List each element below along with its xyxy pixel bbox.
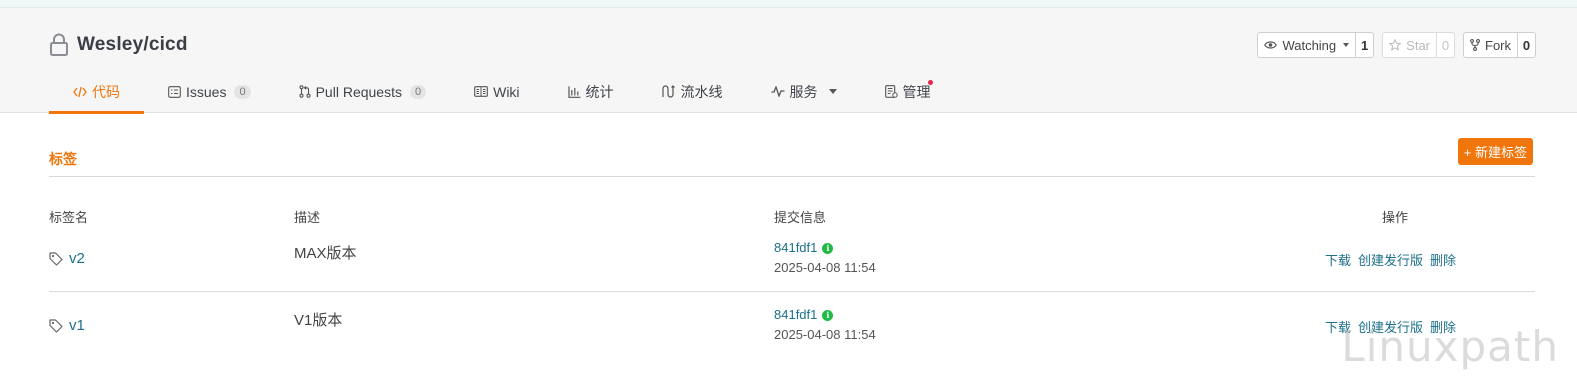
pull-requests-count-badge: 0 — [409, 84, 427, 99]
tab-wiki-label: Wiki — [493, 83, 520, 100]
tag-name[interactable]: v1 — [49, 317, 85, 334]
watch-label: Watching — [1282, 37, 1337, 53]
download-link[interactable]: 下载 — [1325, 250, 1351, 269]
tab-stats[interactable]: 统计 — [544, 70, 638, 113]
commit-date: 2025-04-08 11:54 — [774, 260, 876, 275]
row-operations: 下载 创建发行版 删除 — [1325, 250, 1456, 269]
watch-count[interactable]: 1 — [1356, 33, 1373, 57]
tag-name-link[interactable]: v2 — [69, 250, 85, 267]
tab-services[interactable]: 服务 — [747, 70, 861, 113]
commit-info: 841fdf1 i 2025-04-08 11:54 — [774, 305, 876, 345]
table-row: v1 V1版本 841fdf1 i 2025-04-08 11:54 下载 创建发… — [49, 291, 1535, 359]
fork-icon — [1470, 39, 1480, 51]
commit-sha-link[interactable]: 841fdf1 — [774, 305, 817, 325]
tag-name-link[interactable]: v1 — [69, 317, 85, 334]
tab-pull-requests[interactable]: Pull Requests 0 — [275, 70, 451, 113]
tab-code-label: 代码 — [92, 83, 120, 100]
section-title: 标签 — [49, 151, 77, 167]
tab-manage[interactable]: 管理 — [861, 70, 955, 113]
eye-icon — [1264, 41, 1278, 49]
tag-description: V1版本 — [294, 312, 343, 329]
repo-title: Wesley/cicd — [49, 32, 188, 58]
table-row: v2 MAX版本 841fdf1 i 2025-04-08 11:54 下载 创建… — [49, 224, 1535, 292]
tag-name[interactable]: v2 — [49, 250, 85, 267]
tab-stats-label: 统计 — [585, 83, 614, 100]
fork-count[interactable]: 0 — [1518, 33, 1535, 57]
star-button[interactable]: Star 0 — [1382, 32, 1455, 58]
fork-button[interactable]: Fork 0 — [1463, 32, 1536, 58]
watch-button[interactable]: Watching 1 — [1257, 32, 1375, 58]
tag-icon — [49, 251, 63, 266]
pipeline-icon — [661, 85, 675, 98]
notification-dot — [927, 80, 933, 85]
delete-link[interactable]: 删除 — [1430, 250, 1456, 269]
bar-chart-icon — [567, 86, 581, 98]
repo-header: Wesley/cicd Watching 1 Star 0 Fork 0 代码 … — [0, 8, 1577, 114]
create-release-link[interactable]: 创建发行版 — [1358, 250, 1423, 269]
tags-section-header: 标签 + 新建标签 — [49, 137, 1535, 177]
watermark: Linuxpath — [1341, 322, 1559, 371]
commit-sha-link[interactable]: 841fdf1 — [774, 238, 817, 258]
table-header: 标签名 描述 提交信息 操作 — [0, 207, 1577, 225]
tag-description: MAX版本 — [294, 245, 357, 262]
star-label: Star — [1406, 37, 1430, 53]
tab-issues[interactable]: Issues 0 — [144, 70, 275, 113]
tab-code[interactable]: 代码 — [49, 70, 144, 114]
chevron-down-icon — [1343, 43, 1350, 47]
commit-date: 2025-04-08 11:54 — [774, 327, 876, 342]
tab-pipeline-label: 流水线 — [680, 83, 723, 100]
chevron-down-icon — [828, 89, 837, 94]
repo-actions: Watching 1 Star 0 Fork 0 — [1257, 32, 1536, 58]
star-icon — [1389, 39, 1402, 51]
info-icon: i — [822, 309, 834, 321]
issues-count-badge: 0 — [234, 84, 251, 99]
repo-name[interactable]: Wesley/cicd — [77, 34, 188, 56]
repo-tabs: 代码 Issues 0 Pull Requests 0 Wiki 统计 流水线 … — [49, 70, 955, 114]
tab-wiki[interactable]: Wiki — [450, 70, 543, 113]
tag-icon — [49, 318, 63, 333]
top-strip — [0, 0, 1577, 8]
issues-icon — [168, 85, 181, 98]
tab-pipeline[interactable]: 流水线 — [638, 70, 747, 113]
commit-info: 841fdf1 i 2025-04-08 11:54 — [774, 238, 876, 278]
fork-label: Fork — [1485, 37, 1511, 53]
tab-manage-label: 管理 — [902, 83, 931, 100]
settings-doc-icon — [884, 85, 898, 98]
code-icon — [73, 86, 87, 97]
pull-request-icon — [299, 85, 311, 98]
tab-services-label: 服务 — [789, 83, 818, 100]
book-icon — [474, 86, 488, 97]
star-count[interactable]: 0 — [1437, 33, 1454, 57]
pulse-icon — [771, 86, 785, 97]
info-icon: i — [822, 242, 834, 254]
lock-icon — [49, 33, 69, 57]
tab-issues-label: Issues — [186, 83, 227, 100]
tab-pull-requests-label: Pull Requests — [315, 83, 402, 100]
new-tag-button[interactable]: + 新建标签 — [1457, 138, 1533, 165]
